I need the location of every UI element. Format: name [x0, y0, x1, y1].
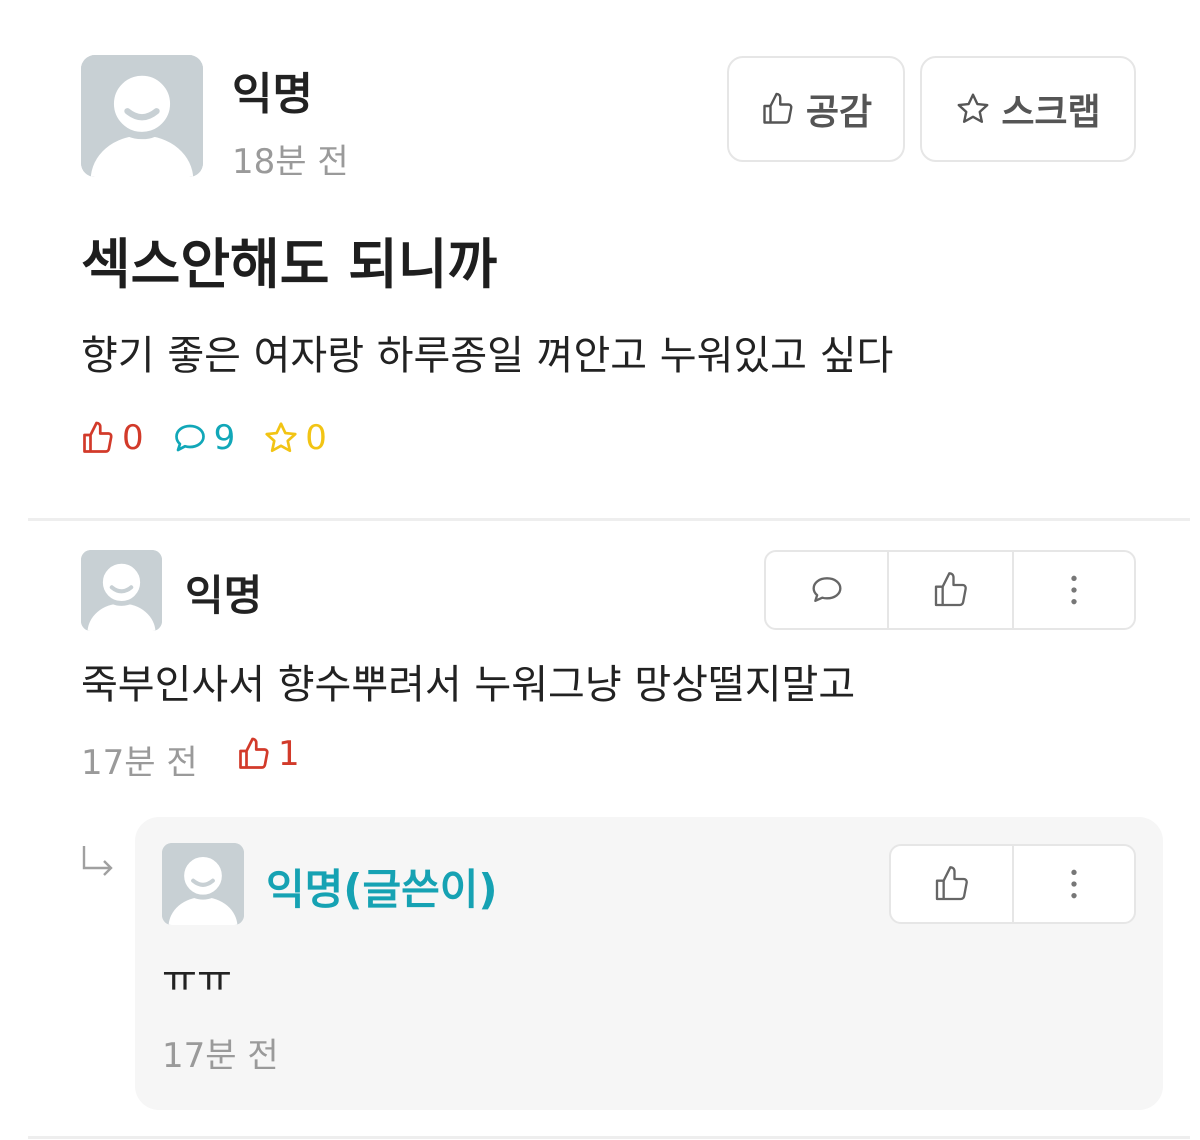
reply-author-name: 익명(글쓴이) — [266, 865, 498, 914]
comment-text: 죽부인사서 향수뿌려서 누워그냥 망상떨지말고 — [81, 662, 856, 708]
like-button-label: 공감 — [805, 92, 873, 133]
reply-time: 17분 전 — [162, 1036, 279, 1076]
reply-divider — [28, 1136, 1190, 1139]
comment-like-value: 1 — [278, 734, 300, 774]
reply-action-bar — [889, 844, 1136, 924]
comment-time: 17분 전 — [81, 743, 198, 783]
comment-author-name: 익명 — [185, 571, 263, 620]
scrap-button-label: 스크랩 — [1001, 92, 1101, 133]
post-scrap-count: 0 — [263, 418, 327, 458]
post-author-name: 익명 — [232, 69, 313, 120]
like-count-value: 0 — [122, 418, 144, 458]
post-comment-count: 9 — [172, 418, 236, 458]
speech-bubble-icon — [812, 577, 841, 602]
post-stats: 0 9 0 — [80, 418, 355, 458]
post-title: 섹스안해도 되니까 — [81, 233, 498, 296]
post-author-avatar — [81, 55, 203, 177]
post-divider — [28, 518, 1190, 521]
more-vertical-icon — [1071, 869, 1077, 899]
comment-author-avatar — [81, 550, 162, 631]
thumbs-up-icon — [763, 92, 793, 124]
post-body: 향기 좋은 여자랑 하루종일 껴안고 누워있고 싶다 — [81, 333, 894, 379]
comment-like-stat: 1 — [236, 734, 328, 774]
comment-reply-button[interactable] — [766, 552, 889, 628]
avatar-icon — [81, 55, 203, 177]
thumbs-up-icon — [83, 421, 113, 453]
comment-like-count: 1 — [236, 734, 300, 774]
post-time: 18분 전 — [232, 142, 349, 182]
thumbs-up-icon — [934, 572, 967, 607]
star-icon — [265, 422, 297, 453]
scrap-count-value: 0 — [305, 418, 327, 458]
more-vertical-icon — [1071, 575, 1077, 605]
reply-arrow-icon — [82, 846, 113, 876]
like-button[interactable]: 공감 — [727, 56, 905, 162]
scrap-button[interactable]: 스크랩 — [920, 56, 1136, 162]
reply-more-button[interactable] — [1014, 846, 1134, 922]
avatar-icon — [81, 550, 162, 631]
thumbs-up-icon — [239, 737, 269, 769]
star-icon — [957, 93, 989, 123]
post-like-count: 0 — [80, 418, 144, 458]
avatar-icon — [162, 843, 244, 925]
comment-like-button[interactable] — [889, 552, 1014, 628]
speech-bubble-icon — [174, 424, 205, 452]
reply-like-button[interactable] — [891, 846, 1014, 922]
comment-count-value: 9 — [213, 418, 236, 458]
reply-author-avatar — [162, 843, 244, 925]
comment-more-button[interactable] — [1014, 552, 1134, 628]
comment-action-bar — [764, 550, 1136, 630]
reply-text: ㅠㅠ — [162, 957, 232, 1001]
thumbs-up-icon — [935, 866, 968, 901]
